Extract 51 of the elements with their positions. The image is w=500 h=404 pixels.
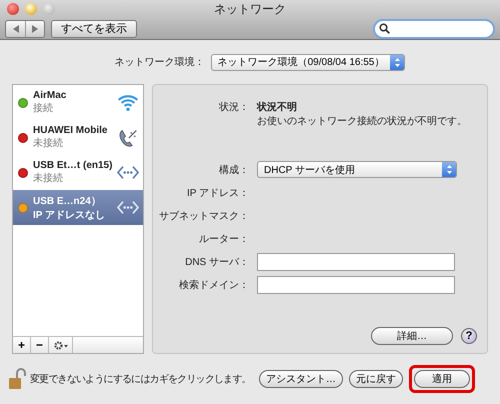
footer-button[interactable]: アシスタント… (258, 370, 343, 388)
input-field[interactable] (257, 252, 455, 270)
list-button[interactable]: + (13, 337, 31, 353)
field-label: ルーター： (198, 232, 250, 246)
location-popup[interactable]: ネットワーク環境（09/08/04 16:55） (210, 54, 406, 70)
input-field[interactable] (257, 276, 455, 294)
field-label: 状況： (218, 100, 250, 114)
service-item[interactable]: USB E…n24） IP アドレスなし (13, 190, 143, 225)
close-button[interactable] (7, 3, 19, 15)
field-label: サブネットマスク： (158, 210, 250, 222)
minimize-button[interactable] (25, 3, 37, 15)
status-value: 状況不明 (257, 100, 297, 114)
service-item[interactable]: USB Et…t (en15) 未接続 (13, 155, 143, 190)
help-button[interactable]: ? (461, 328, 477, 344)
service-item[interactable]: HUAWEI Mobile 未接続 (13, 120, 143, 155)
service-name: USB E…n24） (33, 194, 102, 208)
field-label: IP アドレス： (186, 186, 250, 200)
service-status: IP アドレスなし (33, 208, 106, 222)
service-name: HUAWEI Mobile (33, 125, 108, 136)
service-status: 未接続 (33, 172, 64, 185)
zoom-button[interactable] (43, 3, 55, 15)
config-popup[interactable]: DHCP サーバを使用 (257, 161, 457, 178)
field-label: 検索ドメイン： (178, 278, 250, 292)
status-note: お使いのネットワーク接続の状況が不明です。 (257, 116, 467, 127)
lock-hint: 変更できないようにするにはカギをクリックします。 (30, 372, 251, 386)
left-triangle-icon (12, 24, 18, 32)
search-icon (379, 23, 390, 34)
popup-arrows-icon (390, 54, 404, 70)
ethernet-icon (117, 165, 139, 180)
ethernet-icon (117, 200, 139, 215)
list-button[interactable]: − (31, 337, 49, 353)
field-label: 構成： (218, 164, 250, 176)
service-status: 未接続 (33, 136, 64, 150)
service-name: USB Et…t (en15) (33, 160, 112, 171)
search-field[interactable] (373, 18, 495, 38)
padlock-icon (8, 368, 26, 390)
service-status: 接続 (33, 102, 54, 115)
popup-arrows-icon (442, 162, 456, 177)
show-all-button[interactable]: すべてを表示 (51, 20, 137, 38)
service-name: AirMac (33, 90, 68, 101)
phone-icon (117, 128, 139, 148)
window-title: ネットワーク (213, 0, 287, 18)
wifi-icon (117, 93, 139, 112)
service-item[interactable]: AirMac 接続 (13, 85, 143, 120)
apply-button[interactable]: 適用 (414, 370, 470, 388)
footer-button[interactable]: 元に戻す (348, 370, 403, 388)
right-triangle-icon (32, 24, 38, 32)
advanced-button[interactable]: 詳細… (371, 327, 453, 345)
location-label: ネットワーク環境： (114, 56, 205, 69)
gear-icon (54, 340, 68, 350)
field-label: DNS サーバ： (184, 256, 250, 268)
